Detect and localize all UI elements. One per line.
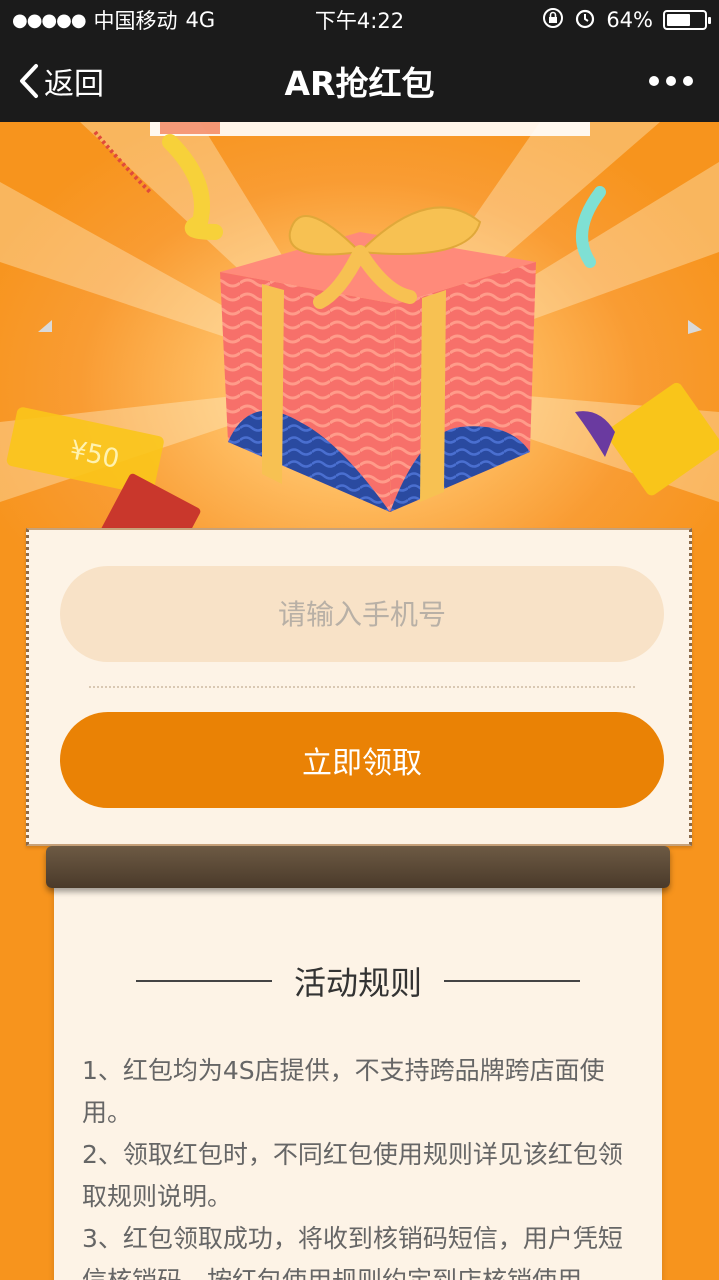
alarm-icon [574,7,596,34]
battery-fill [667,14,691,26]
status-right: 64% [542,7,711,34]
rules-list: 1、红包均为4S店提供，不支持跨品牌跨店面使用。 2、领取红包时，不同红包使用规… [82,1050,642,1280]
hero-title-graphic [150,122,590,136]
signal-icon: ●●●●● [12,9,87,31]
status-left: ●●●●● 中国移动 4G [12,5,215,35]
more-dot-icon [666,76,676,86]
network-label: 4G [185,8,216,32]
claim-now-button[interactable]: 立即领取 [60,712,664,808]
phone-number-input[interactable] [60,566,664,662]
scroll-rod [46,846,670,888]
battery-percent: 64% [606,8,653,32]
form-divider [89,686,635,688]
hero-banner: ¥50 [0,122,719,562]
rules-title-line-left [135,980,272,982]
chevron-left-icon [18,63,40,99]
rule-item: 2、领取红包时，不同红包使用规则详见该红包领取规则说明。 [82,1140,623,1211]
rule-item: 3、红包领取成功，将收到核销码短信，用户凭短信核销码，按红包使用规则约定到店核销… [82,1224,623,1280]
rotation-lock-icon [542,7,564,34]
left-arrow-icon [38,320,52,332]
rules-header: 活动规则 [54,958,662,1004]
rule-item: 1、红包均为4S店提供，不支持跨品牌跨店面使用。 [82,1056,605,1127]
more-dot-icon [683,76,693,86]
hero-illustration: ¥50 [0,122,719,562]
more-dot-icon [649,76,659,86]
page-title: AR抢红包 [284,64,435,103]
rules-title: 活动规则 [293,964,422,1002]
claim-form-card: 立即领取 [26,528,692,846]
right-arrow-icon [688,320,702,334]
battery-icon [663,10,711,30]
more-options-button[interactable] [649,76,719,86]
nav-bar: 返回 AR抢红包 [0,40,719,122]
back-button[interactable]: 返回 [0,59,104,103]
rules-panel: 活动规则 1、红包均为4S店提供，不支持跨品牌跨店面使用。 2、领取红包时，不同… [54,878,662,1280]
status-bar: ●●●●● 中国移动 4G 下午4:22 64% [0,0,719,40]
back-label: 返回 [44,67,104,102]
rules-title-line-right [444,980,580,982]
carrier-label: 中国移动 [93,9,178,33]
